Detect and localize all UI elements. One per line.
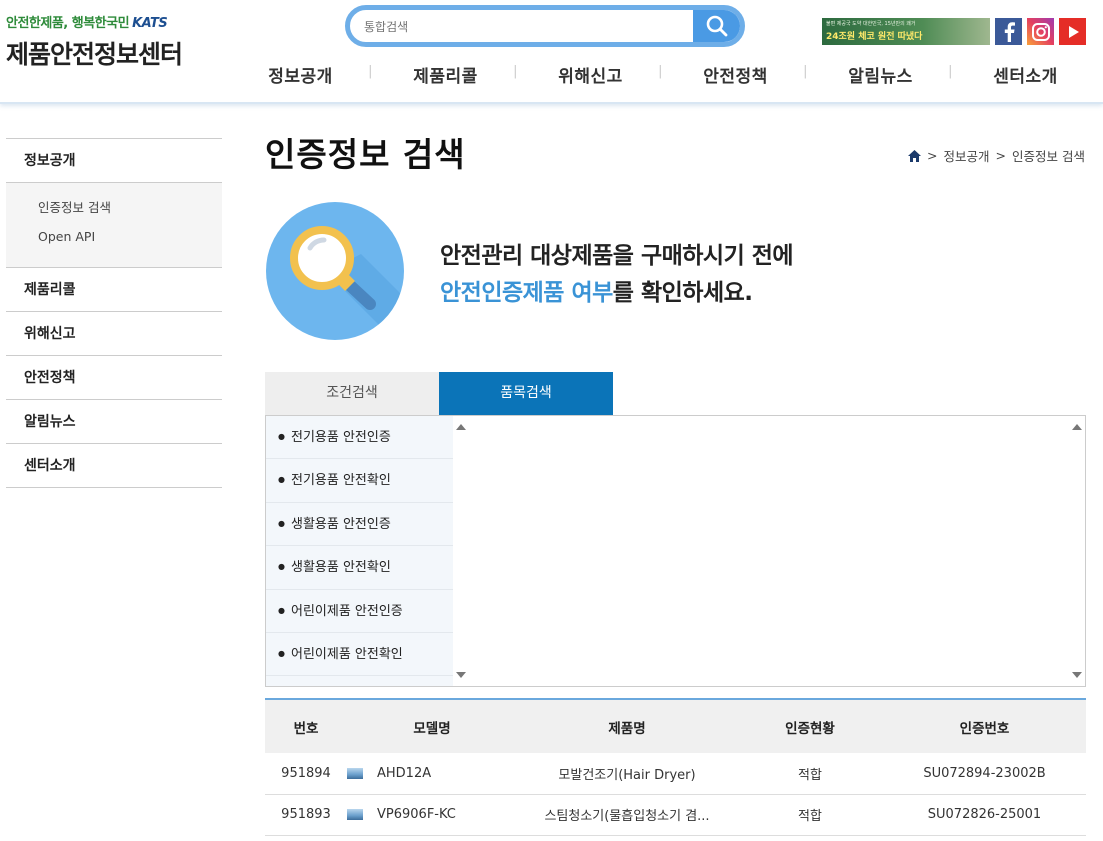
item-search-panel: 전기용품 안전인증 전기용품 안전확인 생활용품 안전인증 생활용품 안전확인 … [265, 415, 1086, 687]
category-item[interactable]: 전기용품 안전확인 [266, 459, 453, 503]
category-item[interactable]: 어린이제품 안전인증 [266, 590, 453, 633]
scroll-down-icon[interactable] [456, 672, 466, 678]
sidebar-item-info[interactable]: 정보공개 [6, 139, 222, 183]
cell-status: 적합 [737, 794, 883, 836]
product-thumbnail[interactable] [347, 809, 363, 820]
intro-line-1: 안전관리 대상제품을 구매하시기 전에 [440, 243, 794, 269]
category-item[interactable]: 어린이제품 안전확인 [266, 633, 453, 677]
search-input[interactable] [364, 16, 694, 38]
cell-status: 적합 [737, 753, 883, 795]
sidebar-item-about[interactable]: 센터소개 [6, 444, 222, 488]
scroll-up-icon[interactable] [1072, 424, 1082, 430]
subcategory-scrollbar[interactable] [1069, 416, 1085, 686]
intro-highlight: 안전인증제품 여부 [440, 280, 613, 306]
instagram-icon[interactable] [1027, 18, 1054, 45]
search-button[interactable] [693, 10, 740, 42]
page-title: 인증정보 검색 [265, 135, 466, 174]
category-item[interactable]: 전기용품 안전인증 [266, 416, 453, 460]
sidebar-submenu: 인증정보 검색 Open API [6, 183, 222, 268]
facebook-icon[interactable] [995, 18, 1022, 45]
breadcrumb-item-current: 인증정보 검색 [1012, 149, 1085, 164]
magnifier-illustration [266, 202, 404, 340]
col-header-model: 모델명 [347, 699, 517, 753]
sidebar-item-policy[interactable]: 안전정책 [6, 356, 222, 400]
category-scrollbar[interactable] [453, 416, 469, 686]
table-row[interactable]: 951894 AHD12A 모발건조기(Hair Dryer) 적합 SU072… [265, 753, 1086, 795]
site-logo[interactable]: 안전한제품, 행복한국민 KATS 제품안전정보센터 [6, 12, 206, 71]
category-item[interactable]: 생활용품 안전확인 [266, 546, 453, 590]
sidebar-item-report[interactable]: 위해신고 [6, 312, 222, 356]
nav-item-about[interactable]: 센터소개 [953, 62, 1098, 92]
result-table: 번호 모델명 제품명 인증현황 인증번호 951894 AHD12A 모발건조기… [265, 698, 1086, 836]
col-header-no: 번호 [265, 699, 347, 753]
col-header-status: 인증현황 [737, 699, 883, 753]
cell-no: 951894 [265, 753, 347, 795]
category-item[interactable]: 생활용품 안전인증 [266, 503, 453, 547]
left-sidebar: 정보공개 인증정보 검색 Open API 제품리콜 위해신고 안전정책 알림뉴… [6, 138, 222, 488]
table-row[interactable]: 951893 VP6906F-KC 스팀청소기(물흡입청소기 겸... 적합 S… [265, 794, 1086, 836]
cell-model[interactable]: VP6906F-KC [377, 807, 456, 822]
cell-product[interactable]: 스팀청소기(물흡입청소기 겸... [517, 794, 737, 836]
sidebar-subitem-open-api[interactable]: Open API [38, 226, 222, 255]
tab-condition-search[interactable]: 조건검색 [265, 372, 439, 415]
col-header-cert: 인증번호 [883, 699, 1086, 753]
kats-logo-mark: KATS [132, 16, 168, 31]
scroll-down-icon[interactable] [1072, 672, 1082, 678]
nav-item-news[interactable]: 알림뉴스 [808, 62, 953, 92]
main-navigation: 정보공개 제품리콜 위해신고 안전정책 알림뉴스 센터소개 [228, 62, 1098, 92]
search-icon [706, 15, 728, 37]
nav-item-policy[interactable]: 안전정책 [663, 62, 808, 92]
tab-item-search[interactable]: 품목검색 [439, 372, 613, 415]
magnifier-icon [290, 226, 404, 340]
intro-line-2: 안전인증제품 여부를 확인하세요. [440, 280, 753, 306]
logo-title: 제품안전정보센터 [6, 40, 183, 69]
breadcrumb-item-info[interactable]: 정보공개 [944, 146, 990, 165]
table-header-row: 번호 모델명 제품명 인증현황 인증번호 [265, 699, 1086, 753]
site-header: 안전한제품, 행복한국민KATS 제품안전정보센터 불편 제공국 도약 대한민국… [0, 0, 1103, 104]
banner-subtext: 불편 제공국 도약 대한민국, 15년만의 쾌거 [826, 21, 916, 27]
banner-text: 24조원 체코 원전 따냈다 [826, 32, 923, 42]
product-thumbnail[interactable] [347, 767, 363, 779]
promo-banner[interactable]: 불편 제공국 도약 대한민국, 15년만의 쾌거 24조원 체코 원전 따냈다 [822, 18, 990, 45]
cell-no: 951893 [265, 794, 347, 836]
nav-item-info[interactable]: 정보공개 [228, 62, 373, 92]
sidebar-item-recall[interactable]: 제품리콜 [6, 268, 222, 312]
cell-cert: SU072894-23002B [883, 753, 1086, 795]
home-icon[interactable] [908, 149, 922, 162]
youtube-icon[interactable] [1059, 18, 1086, 45]
cell-model[interactable]: AHD12A [377, 766, 431, 781]
sidebar-item-news[interactable]: 알림뉴스 [6, 400, 222, 444]
sidebar-subitem-cert-search[interactable]: 인증정보 검색 [38, 197, 222, 226]
col-header-product: 제품명 [517, 699, 737, 753]
nav-item-recall[interactable]: 제품리콜 [373, 62, 518, 92]
nav-item-report[interactable]: 위해신고 [518, 62, 663, 92]
breadcrumb: > 정보공개 > 인증정보 검색 [908, 146, 1085, 165]
cell-cert: SU072826-25001 [883, 794, 1086, 836]
scroll-up-icon[interactable] [456, 424, 466, 430]
cell-product[interactable]: 모발건조기(Hair Dryer) [517, 753, 737, 795]
search-tabs: 조건검색 품목검색 [265, 372, 613, 415]
category-list: 전기용품 안전인증 전기용품 안전확인 생활용품 안전인증 생활용품 안전확인 … [266, 416, 453, 686]
logo-slogan: 안전한제품, 행복한국민 KATS [6, 16, 168, 31]
global-search [345, 5, 745, 47]
